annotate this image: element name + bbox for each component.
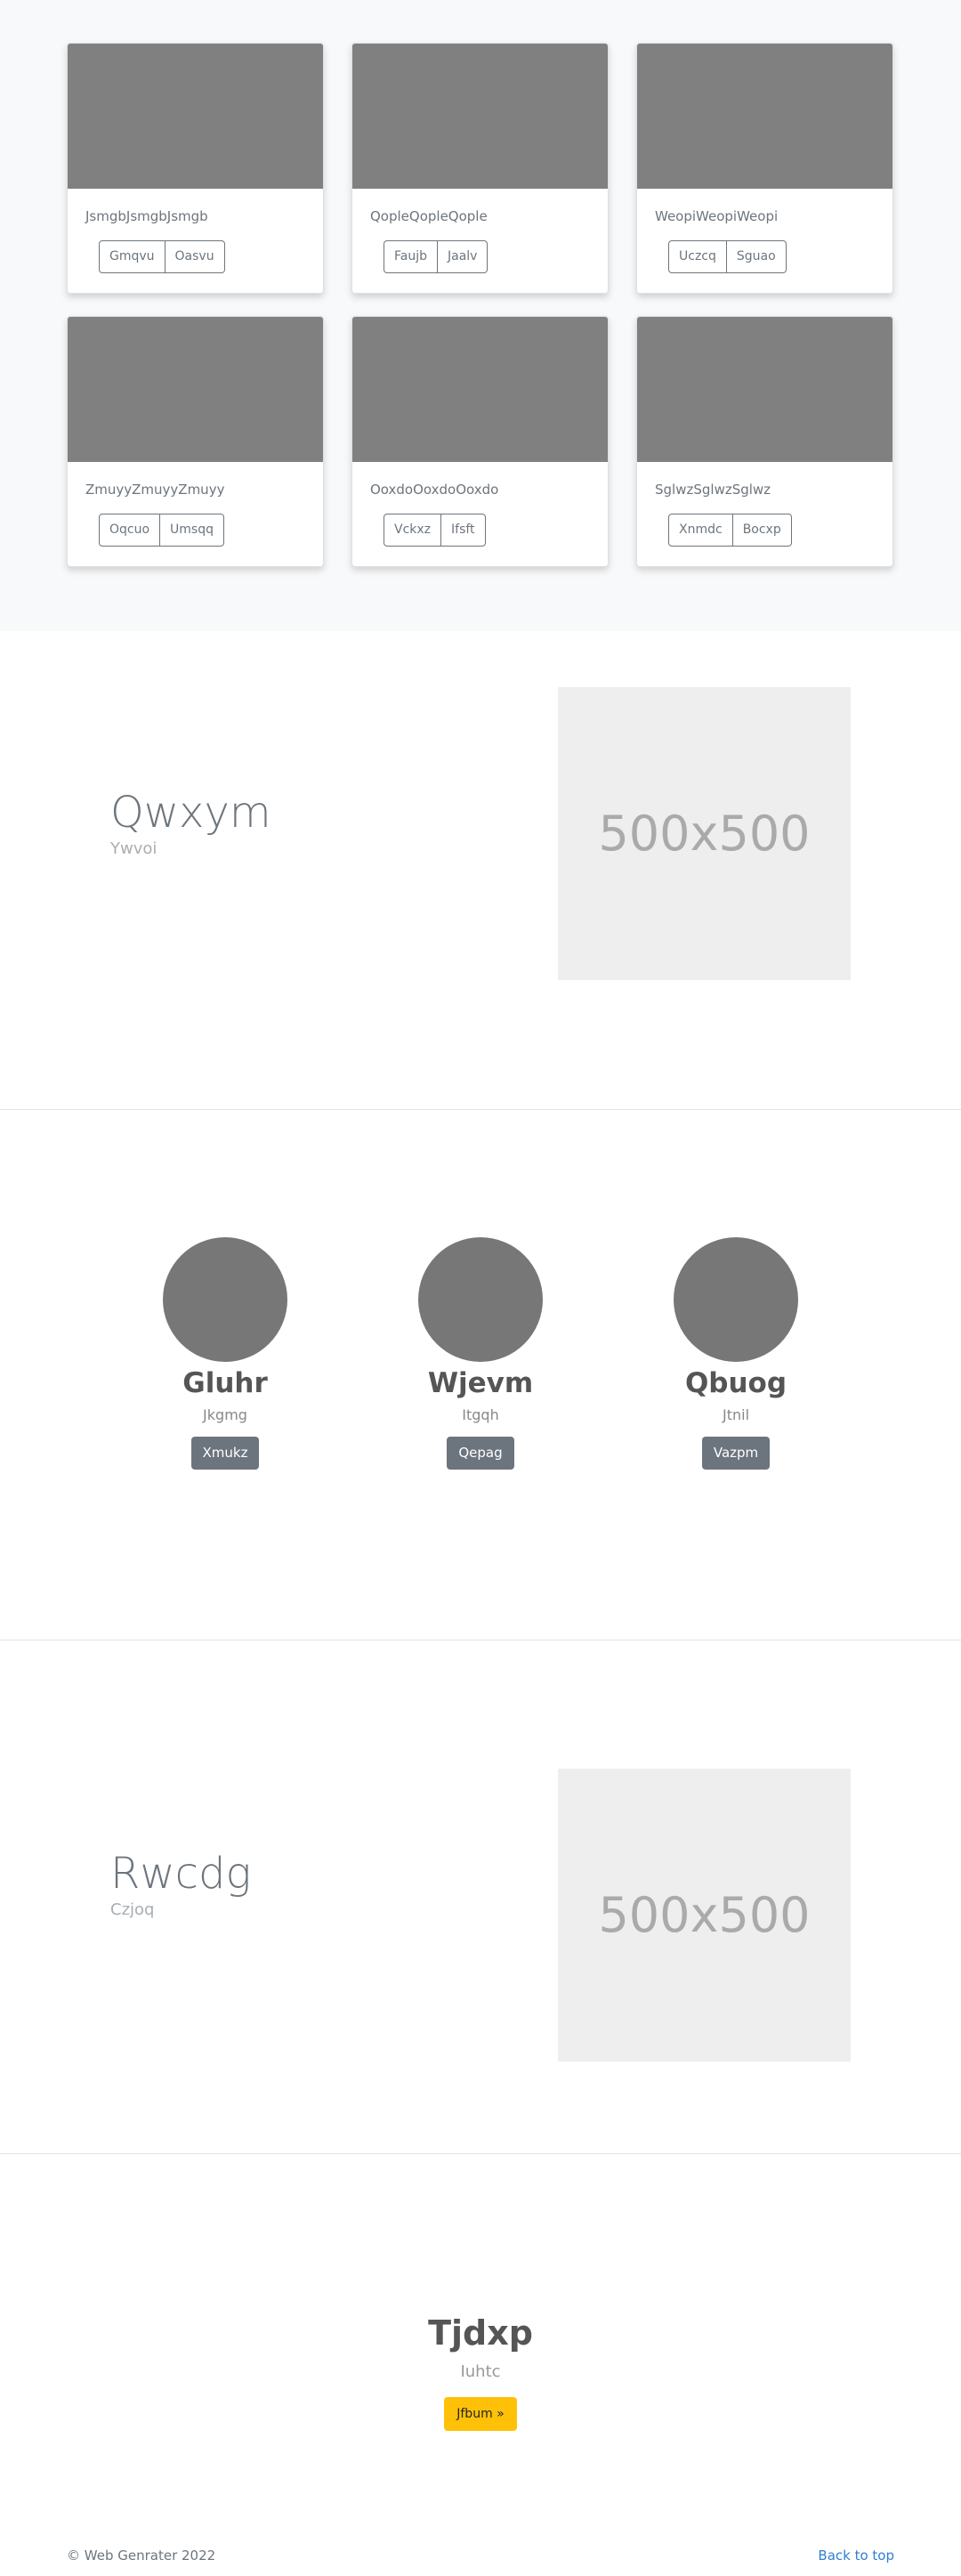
- placeholder-label: 500x500: [598, 1887, 811, 1943]
- card-button[interactable]: Xnmdc: [668, 514, 733, 547]
- feature-section-1: Qwxym Ywvoi 500x500: [0, 631, 961, 1110]
- card-button[interactable]: Sguao: [726, 240, 787, 273]
- card-image: [352, 317, 608, 462]
- member-button[interactable]: Xmukz: [190, 1437, 260, 1470]
- card: QopleQopleQople Faujb Jaalv: [351, 43, 609, 294]
- card-grid: JsmgbJsmgbJsmgb Gmqvu Oasvu QopleQopleQo…: [67, 43, 894, 567]
- card-button[interactable]: Vckxz: [384, 514, 442, 547]
- team-member: Wjevm Itgqh Qepag: [365, 1237, 596, 1470]
- card-body: QopleQopleQople Faujb Jaalv: [352, 189, 608, 273]
- placeholder-label: 500x500: [598, 806, 811, 862]
- card-image: [637, 44, 892, 189]
- member-button[interactable]: Vazpm: [701, 1437, 771, 1470]
- team-member: Gluhr Jkgmg Xmukz: [109, 1237, 341, 1470]
- member-name: Qbuog: [684, 1367, 787, 1399]
- footer: © Web Genrater 2022 Back to top: [0, 2540, 961, 2576]
- card-button[interactable]: Oqcuo: [99, 514, 161, 547]
- card-text: ZmuyyZmuyyZmuyy: [85, 482, 225, 498]
- card-button-group: Oqcuo Umsqq: [99, 514, 224, 547]
- card-button-group: Xnmdc Bocxp: [668, 514, 792, 547]
- cta-section: Tjdxp Iuhtc Jfbum »: [0, 2154, 961, 2540]
- member-name: Gluhr: [182, 1367, 268, 1399]
- card: SglwzSglwzSglwz Xnmdc Bocxp: [636, 316, 893, 567]
- member-role: Jkgmg: [203, 1406, 247, 1423]
- card-button[interactable]: Gmqvu: [99, 240, 166, 273]
- card-button-group: Gmqvu Oasvu: [99, 240, 225, 273]
- feature-image-placeholder: 500x500: [558, 1769, 851, 2062]
- card: ZmuyyZmuyyZmuyy Oqcuo Umsqq: [67, 316, 324, 567]
- card-button[interactable]: Umsqq: [160, 514, 224, 547]
- card-button[interactable]: Faujb: [384, 240, 438, 273]
- card-text: QopleQopleQople: [370, 208, 488, 224]
- card-text: WeopiWeopiWeopi: [655, 208, 779, 224]
- card-image: [68, 44, 323, 189]
- card-button[interactable]: Jaalv: [438, 240, 489, 273]
- card-image: [68, 317, 323, 462]
- cta-content: Tjdxp Iuhtc Jfbum »: [0, 2313, 961, 2431]
- cta-button[interactable]: Jfbum »: [444, 2397, 517, 2431]
- avatar: [163, 1237, 287, 1362]
- card: WeopiWeopiWeopi Uczcq Sguao: [636, 43, 893, 294]
- card-body: SglwzSglwzSglwz Xnmdc Bocxp: [637, 462, 892, 547]
- card-button-group: Vckxz Ifsft: [384, 514, 486, 547]
- feature-heading: Qwxym: [110, 788, 271, 838]
- feature-image-placeholder: 500x500: [558, 687, 851, 980]
- card-image: [352, 44, 608, 189]
- cta-subtitle: Iuhtc: [460, 2362, 501, 2381]
- card-body: JsmgbJsmgbJsmgb Gmqvu Oasvu: [68, 189, 323, 273]
- team-section: Gluhr Jkgmg Xmukz Wjevm Itgqh Qepag Qbuo…: [0, 1110, 961, 1640]
- card: OoxdoOoxdoOoxdo Vckxz Ifsft: [351, 316, 609, 567]
- card-body: OoxdoOoxdoOoxdo Vckxz Ifsft: [352, 462, 608, 547]
- avatar: [418, 1237, 543, 1362]
- card-button[interactable]: Ifsft: [441, 514, 486, 547]
- feature-subheading: Czjoq: [110, 1900, 155, 1919]
- cta-title: Tjdxp: [428, 2313, 533, 2353]
- feature-section-2: Rwcdg Czjoq 500x500: [0, 1640, 961, 2154]
- card-body: WeopiWeopiWeopi Uczcq Sguao: [637, 189, 892, 273]
- album-section: JsmgbJsmgbJsmgb Gmqvu Oasvu QopleQopleQo…: [0, 0, 961, 631]
- card-image: [637, 317, 892, 462]
- feature-text: Qwxym Ywvoi: [110, 788, 271, 858]
- card-button[interactable]: Oasvu: [165, 240, 225, 273]
- member-role: Itgqh: [462, 1406, 499, 1423]
- feature-text: Rwcdg Czjoq: [110, 1849, 251, 1919]
- footer-copyright: © Web Genrater 2022: [67, 2548, 216, 2564]
- card-text: SglwzSglwzSglwz: [655, 482, 771, 498]
- back-to-top-link[interactable]: Back to top: [818, 2548, 894, 2564]
- card-button-group: Faujb Jaalv: [384, 240, 489, 273]
- card-button[interactable]: Bocxp: [732, 514, 792, 547]
- card-body: ZmuyyZmuyyZmuyy Oqcuo Umsqq: [68, 462, 323, 547]
- member-button[interactable]: Qepag: [447, 1437, 514, 1470]
- member-name: Wjevm: [427, 1367, 534, 1399]
- feature-subheading: Ywvoi: [110, 839, 157, 858]
- card-button[interactable]: Uczcq: [668, 240, 727, 273]
- avatar: [674, 1237, 798, 1362]
- team-member: Qbuog Jtnil Vazpm: [620, 1237, 852, 1470]
- card-button-group: Uczcq Sguao: [668, 240, 787, 273]
- member-role: Jtnil: [722, 1406, 750, 1423]
- card-text: JsmgbJsmgbJsmgb: [85, 208, 208, 224]
- feature-heading: Rwcdg: [110, 1849, 252, 1899]
- card: JsmgbJsmgbJsmgb Gmqvu Oasvu: [67, 43, 324, 294]
- card-text: OoxdoOoxdoOoxdo: [370, 482, 499, 498]
